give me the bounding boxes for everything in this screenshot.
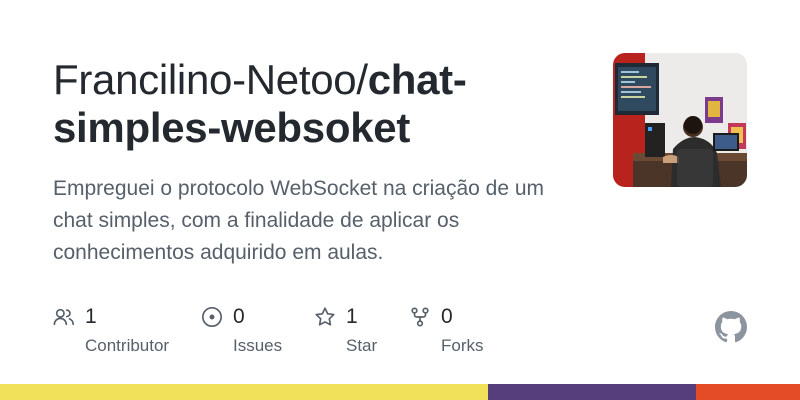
stat-stars-value: 1	[346, 305, 358, 328]
language-bar-segment	[0, 384, 488, 400]
repo-stats: 1 Contributor 0 Issues 1 Star 0 Forks	[53, 304, 573, 364]
stat-forks-label: Forks	[441, 336, 484, 355]
stat-stars[interactable]: 1 Star	[314, 304, 377, 357]
stat-contributors[interactable]: 1 Contributor	[53, 304, 169, 357]
stat-contributors-value: 1	[85, 305, 97, 328]
language-bar-segment	[488, 384, 696, 400]
stat-forks[interactable]: 0 Forks	[409, 304, 484, 357]
repo-owner: Francilino-Netoo/	[53, 56, 368, 103]
stat-forks-value: 0	[441, 305, 453, 328]
stat-stars-label: Star	[346, 336, 378, 355]
people-icon	[53, 306, 75, 328]
repo-description: Empreguei o protocolo WebSocket na criaç…	[53, 177, 545, 264]
language-bar-segment	[696, 384, 800, 400]
stat-issues-value: 0	[233, 305, 245, 328]
language-bar	[0, 384, 800, 400]
owner-avatar	[613, 53, 747, 187]
stat-issues[interactable]: 0 Issues	[201, 304, 282, 357]
star-icon	[314, 306, 336, 328]
fork-icon	[409, 306, 431, 328]
issue-icon	[201, 306, 223, 328]
stat-issues-label: Issues	[233, 336, 283, 355]
github-logo-icon[interactable]	[715, 311, 747, 343]
avatar-photo	[613, 53, 747, 187]
stat-contributors-label: Contributor	[85, 336, 170, 355]
repo-title: Francilino-Netoo/chat-simples-websoket	[53, 56, 573, 152]
